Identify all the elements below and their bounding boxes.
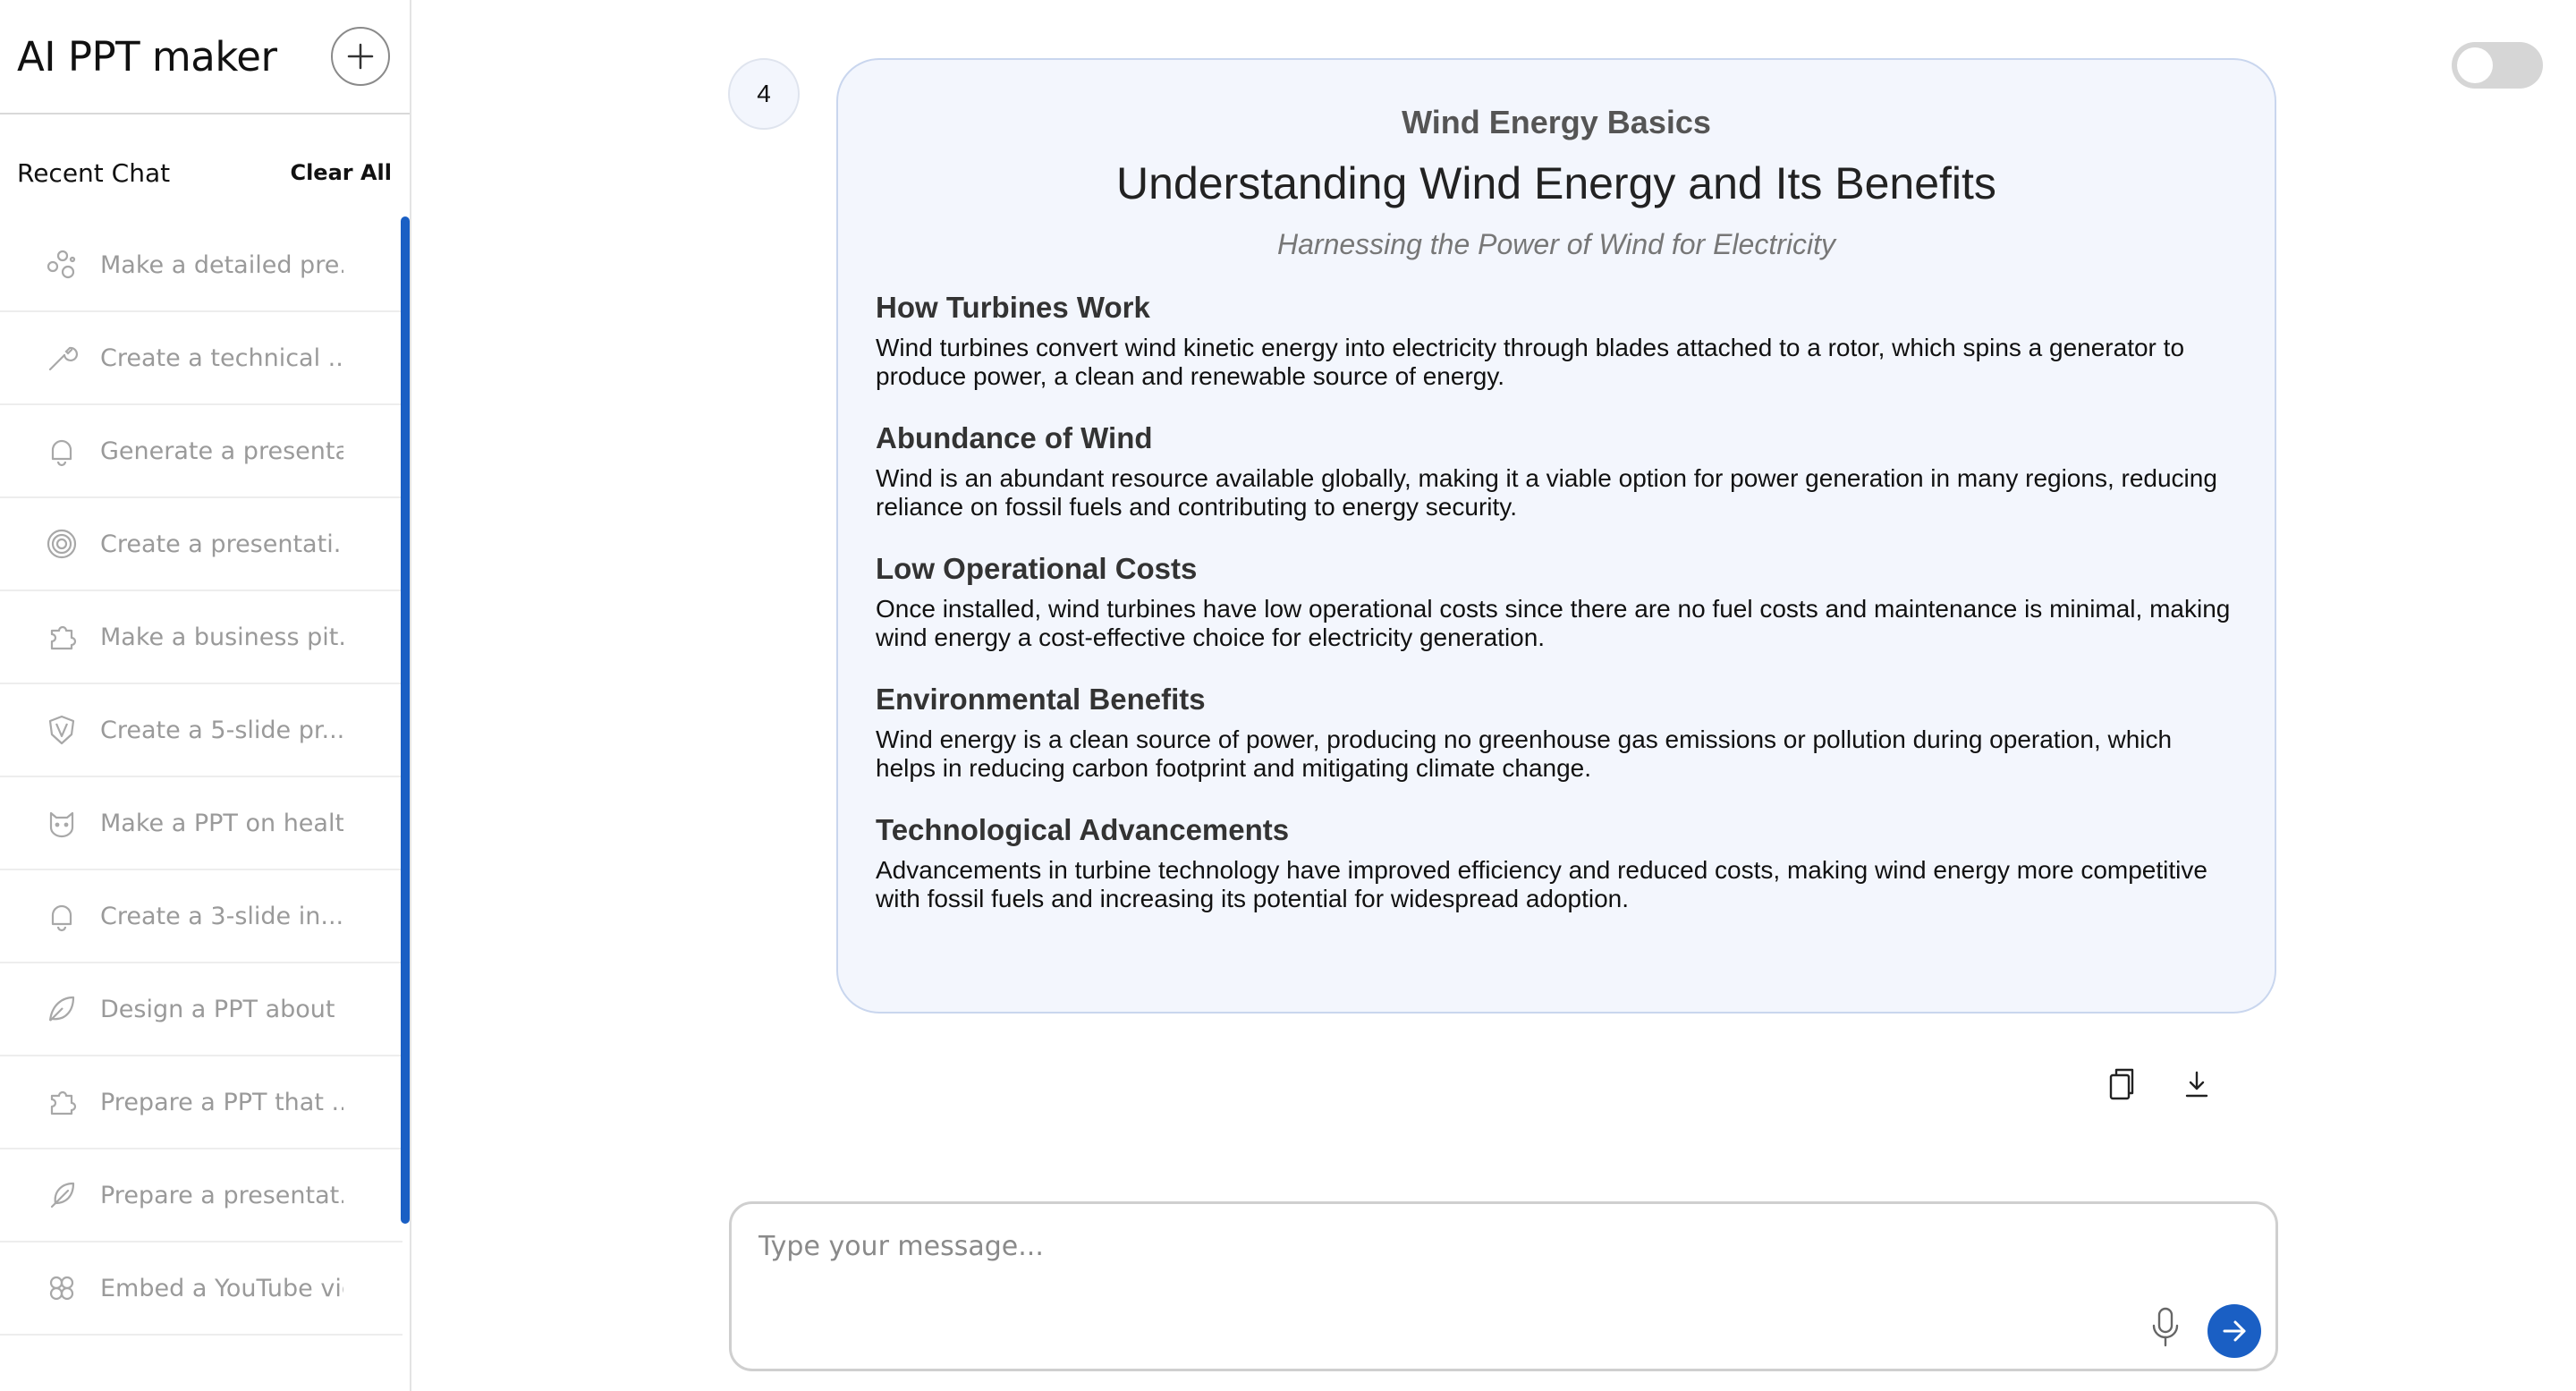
sparkle-dots-icon bbox=[47, 250, 76, 279]
section-heading: Technological Advancements bbox=[876, 813, 1290, 846]
slide-label: Wind Energy Basics bbox=[1402, 104, 1711, 140]
chat-item-label: Create a technical ... bbox=[100, 344, 343, 372]
section-body: Wind is an abundant resource available g… bbox=[876, 464, 2217, 521]
slide-section: Low Operational Costs Once installed, wi… bbox=[876, 550, 2237, 652]
chat-item[interactable]: Create a 5-slide pr... bbox=[0, 684, 402, 777]
app-title: AI PPT maker bbox=[17, 32, 277, 81]
microphone-icon bbox=[2152, 1307, 2179, 1347]
copy-icon bbox=[2109, 1068, 2134, 1100]
message-number-badge: 4 bbox=[728, 58, 800, 130]
toggle-knob bbox=[2457, 47, 2493, 83]
flower-icon bbox=[49, 1276, 74, 1301]
leaf-icon bbox=[48, 996, 75, 1022]
chat-item[interactable]: Prepare a PPT that ... bbox=[0, 1056, 402, 1149]
clear-all-button[interactable]: Clear All bbox=[290, 160, 392, 185]
slide-subtitle: Harnessing the Power of Wind for Electri… bbox=[1277, 228, 1835, 260]
chat-item[interactable]: Create a 3-slide in... bbox=[0, 870, 402, 963]
recent-chat-label: Recent Chat bbox=[17, 157, 171, 188]
slide-preview-card: Wind Energy Basics Understanding Wind En… bbox=[836, 58, 2276, 1014]
copy-button[interactable] bbox=[2102, 1064, 2141, 1104]
slide-section: Technological Advancements Advancements … bbox=[876, 811, 2237, 913]
sidebar-header: AI PPT maker bbox=[0, 0, 410, 115]
chat-item-label: Create a presentati... bbox=[100, 530, 343, 558]
send-button[interactable] bbox=[2207, 1304, 2261, 1358]
theme-toggle[interactable] bbox=[2452, 42, 2543, 89]
chat-item[interactable]: Make a business pit... bbox=[0, 591, 402, 684]
sidebar: AI PPT maker Recent Chat Clear All Make … bbox=[0, 0, 411, 1391]
chat-item-label: Make a business pit... bbox=[100, 623, 343, 651]
new-chat-button[interactable] bbox=[331, 27, 390, 86]
chat-item[interactable]: Design a PPT about .. bbox=[0, 963, 402, 1056]
section-heading: Abundance of Wind bbox=[876, 421, 1153, 454]
shield-icon bbox=[48, 715, 75, 745]
message-input[interactable] bbox=[758, 1231, 2100, 1285]
bell-icon bbox=[51, 904, 72, 932]
cat-icon bbox=[49, 811, 74, 838]
download-button[interactable] bbox=[2177, 1064, 2216, 1104]
section-heading: How Turbines Work bbox=[876, 291, 1150, 324]
sidebar-scrollbar[interactable] bbox=[401, 216, 410, 1224]
chat-item-label: Generate a presenta.. bbox=[100, 437, 343, 465]
section-body: Once installed, wind turbines have low o… bbox=[876, 595, 2231, 651]
chat-item[interactable]: Create a technical ... bbox=[0, 312, 402, 405]
spiral-icon bbox=[47, 529, 77, 559]
section-body: Wind turbines convert wind kinetic energ… bbox=[876, 334, 2185, 390]
chat-item[interactable]: Make a PPT on healt. bbox=[0, 777, 402, 870]
chat-item[interactable]: Generate a presenta.. bbox=[0, 405, 402, 498]
section-body: Wind energy is a clean source of power, … bbox=[876, 725, 2173, 782]
chat-item-label: Design a PPT about .. bbox=[100, 995, 343, 1023]
arrow-right-icon bbox=[2223, 1320, 2246, 1342]
chat-item-label: Create a 5-slide pr... bbox=[100, 716, 343, 744]
microphone-button[interactable] bbox=[2143, 1302, 2188, 1353]
slide-section: Abundance of Wind Wind is an abundant re… bbox=[876, 420, 2237, 522]
section-heading: Low Operational Costs bbox=[876, 552, 1198, 585]
download-icon bbox=[2185, 1071, 2208, 1098]
bell-icon bbox=[51, 439, 72, 467]
chat-item-label: Prepare a PPT that ... bbox=[100, 1088, 343, 1116]
plus-icon bbox=[347, 43, 374, 70]
puzzle-icon bbox=[50, 625, 77, 650]
chat-item[interactable]: Make a detailed pre... bbox=[0, 219, 402, 312]
message-actions bbox=[2102, 1064, 2216, 1104]
chat-item[interactable]: Embed a YouTube vid bbox=[0, 1243, 402, 1336]
recent-chat-header: Recent Chat Clear All bbox=[0, 141, 410, 204]
slide-section: How Turbines Work Wind turbines convert … bbox=[876, 289, 2237, 391]
section-heading: Environmental Benefits bbox=[876, 683, 1206, 716]
slide-title: Understanding Wind Energy and Its Benefi… bbox=[1116, 158, 1996, 208]
chat-item-label: Prepare a presentat.. bbox=[100, 1181, 343, 1209]
message-composer bbox=[729, 1201, 2278, 1371]
slide-section: Environmental Benefits Wind energy is a … bbox=[876, 681, 2237, 783]
chat-item-label: Make a detailed pre... bbox=[100, 250, 343, 279]
slide-sections: How Turbines Work Wind turbines convert … bbox=[876, 289, 2237, 913]
chat-item[interactable]: Create a presentati... bbox=[0, 498, 402, 591]
section-body: Advancements in turbine technology have … bbox=[876, 856, 2207, 912]
feather-icon bbox=[50, 1182, 75, 1209]
chat-item-label: Embed a YouTube vid bbox=[100, 1274, 343, 1302]
recent-chat-list: Make a detailed pre... Create a technica… bbox=[0, 219, 404, 1391]
chat-item[interactable]: Prepare a presentat.. bbox=[0, 1149, 402, 1243]
chat-item-label: Make a PPT on healt. bbox=[100, 809, 343, 837]
wrench-icon bbox=[48, 346, 78, 371]
puzzle-icon bbox=[50, 1090, 77, 1115]
chat-item-label: Create a 3-slide in... bbox=[100, 902, 343, 930]
